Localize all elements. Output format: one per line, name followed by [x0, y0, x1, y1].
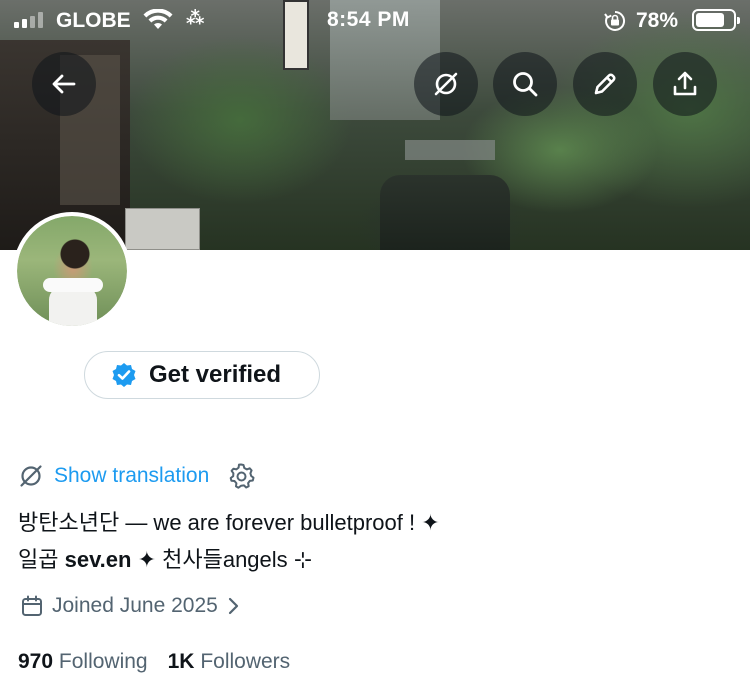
avatar[interactable]	[13, 212, 131, 330]
follow-counts: 970 Following 1K Followers	[18, 650, 290, 674]
status-bar: GLOBE ⁂ 8:54 PM 78%	[0, 0, 750, 40]
battery-fill	[696, 13, 724, 27]
back-button[interactable]	[32, 52, 96, 116]
following-link[interactable]: 970 Following	[18, 650, 148, 673]
carrier-name: GLOBE	[56, 9, 131, 32]
arrow-left-icon	[52, 74, 76, 94]
edit-profile-button[interactable]	[573, 52, 637, 116]
share-button[interactable]	[653, 52, 717, 116]
clock: 8:54 PM	[327, 8, 410, 31]
search-button[interactable]	[493, 52, 557, 116]
followers-label: Followers	[200, 650, 291, 673]
edit-icon	[594, 73, 616, 95]
avatar-towel	[43, 278, 103, 292]
calendar-icon	[22, 595, 42, 616]
chevron-right-icon	[228, 597, 238, 615]
activity-spinner-icon: ⁂	[186, 8, 205, 28]
bio-line-1: 방탄소년단 — we are forever bulletproof ! ✦	[18, 510, 440, 535]
banner-air-conditioner	[125, 208, 200, 250]
translation-row: Show translation	[18, 460, 255, 492]
joined-date: Joined June 2025	[52, 594, 218, 617]
bio-line-2: 일곱 sev.en ✦ 천사들angels ⊹	[18, 542, 312, 574]
cellular-signal-icon	[14, 12, 46, 28]
share-icon	[673, 71, 697, 96]
show-translation-link[interactable]: Show translation	[54, 464, 209, 488]
banner-canal	[380, 175, 510, 250]
bio-text: 일곱	[18, 547, 65, 572]
following-label: Following	[58, 650, 148, 673]
get-verified-button[interactable]: Get verified	[84, 351, 320, 399]
search-icon	[513, 72, 538, 97]
translate-icon	[20, 465, 42, 487]
gear-icon[interactable]	[227, 462, 255, 490]
translate-off-button[interactable]	[414, 52, 478, 116]
followers-count: 1K	[167, 650, 195, 673]
bio-bold-text: sev.en	[64, 547, 132, 572]
battery-percentage: 78%	[636, 9, 679, 32]
wifi-icon	[143, 8, 173, 36]
banner-bridge	[405, 140, 495, 160]
followers-link[interactable]: 1K Followers	[168, 650, 291, 673]
rotation-lock-icon	[604, 10, 626, 37]
battery-icon	[692, 9, 740, 31]
verified-badge-icon	[112, 363, 136, 387]
get-verified-label: Get verified	[149, 361, 282, 388]
avatar-shirt	[49, 286, 97, 326]
bio-text: ✦ 천사들angels ⊹	[131, 547, 313, 572]
following-count: 970	[18, 650, 54, 673]
translate-off-icon	[434, 72, 458, 96]
joined-date-row[interactable]: Joined June 2025	[20, 592, 240, 620]
